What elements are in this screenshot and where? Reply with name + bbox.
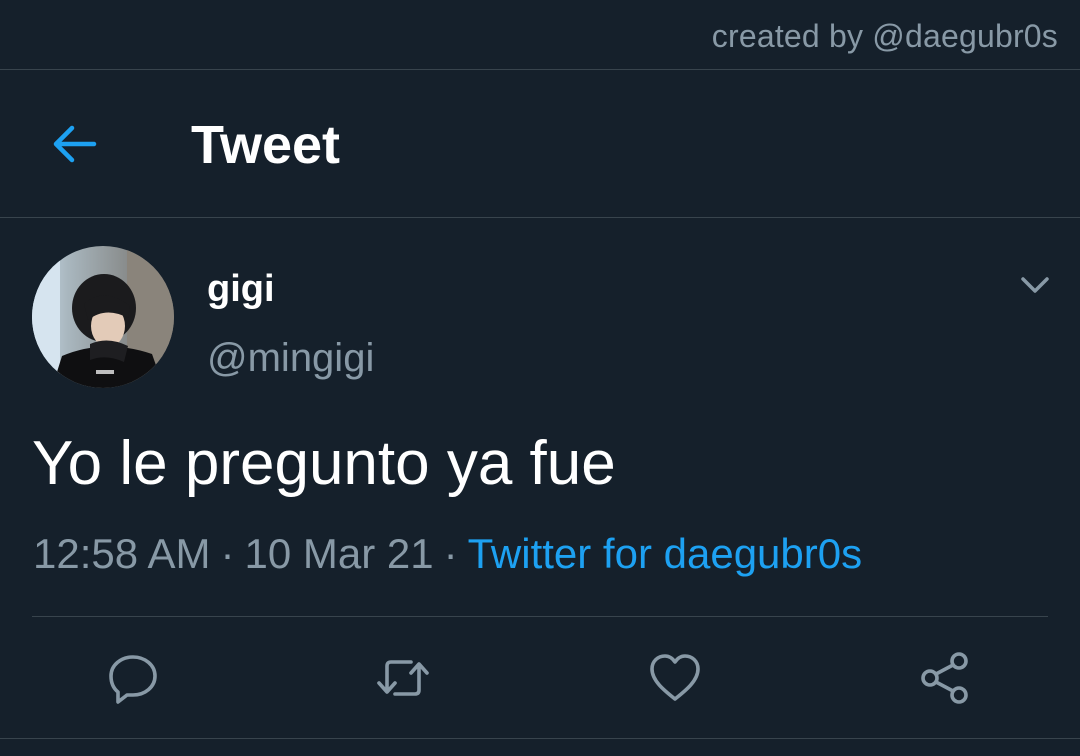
tweet-time: 12:58 AM (33, 530, 211, 577)
meta-separator: · (220, 530, 235, 577)
header: Tweet (0, 70, 1080, 217)
bottom-divider (0, 738, 1080, 739)
tweet-text: Yo le pregunto ya fue (32, 429, 616, 498)
like-icon[interactable] (647, 650, 703, 706)
share-icon[interactable] (917, 650, 973, 706)
user-handle[interactable]: @mingigi (207, 336, 374, 381)
reply-icon[interactable] (106, 650, 162, 706)
actions-divider (32, 616, 1048, 617)
back-arrow-icon[interactable] (50, 122, 98, 166)
user-name[interactable]: gigi (207, 268, 275, 311)
avatar-image (32, 246, 174, 388)
header-divider (0, 217, 1080, 218)
watermark: created by @daegubr0s (711, 18, 1058, 54)
page-title: Tweet (191, 115, 341, 175)
meta-separator: · (443, 530, 458, 577)
tweet-meta: 12:58 AM · 10 Mar 21 · Twitter for daegubr0s (33, 530, 862, 578)
retweet-icon[interactable] (375, 650, 431, 706)
avatar[interactable] (32, 246, 174, 388)
tweet-source-link[interactable]: Twitter for daegubr0s (468, 530, 863, 577)
chevron-down-icon[interactable] (1018, 270, 1052, 300)
tweet-date: 10 Mar 21 (244, 530, 434, 577)
